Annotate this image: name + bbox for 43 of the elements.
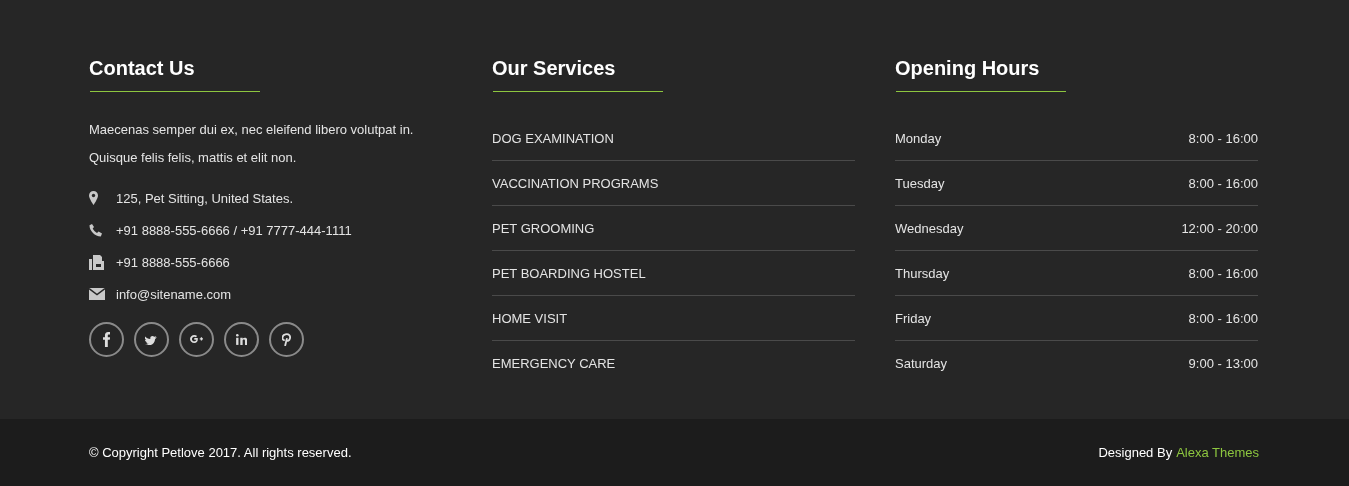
day-label: Saturday xyxy=(895,355,948,371)
hours-text: 9:00 - 13:00 xyxy=(1188,355,1258,371)
credit-text: Designed By xyxy=(1098,445,1173,460)
service-link[interactable]: HOME VISIT xyxy=(492,310,568,326)
contact-phone: +91 8888-555-6666 / +91 7777-444-1111 xyxy=(116,222,352,238)
social-button[interactable] xyxy=(224,322,259,357)
envelope-icon xyxy=(89,288,105,300)
linkedin-icon xyxy=(235,334,248,345)
service-link[interactable]: PET GROOMING xyxy=(492,220,595,236)
pinterest-icon xyxy=(281,332,292,347)
column-heading: Contact Us xyxy=(89,56,195,81)
credit-link[interactable]: Alexa Themes xyxy=(1176,445,1259,460)
google-plus-icon xyxy=(189,335,204,344)
contact-description: Maecenas semper dui ex, nec eleifend libero volutpat in. Quisque felis felis, mattis et elit non. xyxy=(89,121,415,167)
day-label: Tuesday xyxy=(895,175,945,191)
social-button[interactable] xyxy=(89,322,124,357)
day-label: Wednesday xyxy=(895,220,964,236)
day-label: Monday xyxy=(895,130,942,146)
column-heading: Our Services xyxy=(492,56,616,81)
hours-text: 8:00 - 16:00 xyxy=(1188,175,1258,191)
social-button[interactable] xyxy=(134,322,169,357)
column-heading: Opening Hours xyxy=(895,56,1040,81)
fax-icon xyxy=(89,254,104,270)
service-link[interactable]: DOG EXAMINATION xyxy=(492,130,614,146)
map-pin-icon xyxy=(89,191,98,205)
contact-email: info@sitename.com xyxy=(116,286,232,302)
day-label: Thursday xyxy=(895,265,950,281)
service-link[interactable]: EMERGENCY CARE xyxy=(492,355,616,371)
copyright-text: © Copyright Petlove 2017. All rights reserved. xyxy=(89,445,352,460)
day-label: Friday xyxy=(895,310,932,326)
hours-text: 8:00 - 16:00 xyxy=(1188,310,1258,326)
phone-icon xyxy=(89,223,102,237)
hours-text: 12:00 - 20:00 xyxy=(1181,220,1258,236)
social-button[interactable] xyxy=(269,322,304,357)
facebook-icon xyxy=(102,331,111,348)
twitter-icon xyxy=(145,334,158,345)
service-link[interactable]: VACCINATION PROGRAMS xyxy=(492,175,659,191)
service-link[interactable]: PET BOARDING HOSTEL xyxy=(492,265,646,281)
contact-address: 125, Pet Sitting, United States. xyxy=(116,190,294,206)
hours-text: 8:00 - 16:00 xyxy=(1188,265,1258,281)
social-button[interactable] xyxy=(179,322,214,357)
contact-phone: +91 8888-555-6666 xyxy=(116,254,230,270)
hours-text: 8:00 - 16:00 xyxy=(1188,130,1258,146)
